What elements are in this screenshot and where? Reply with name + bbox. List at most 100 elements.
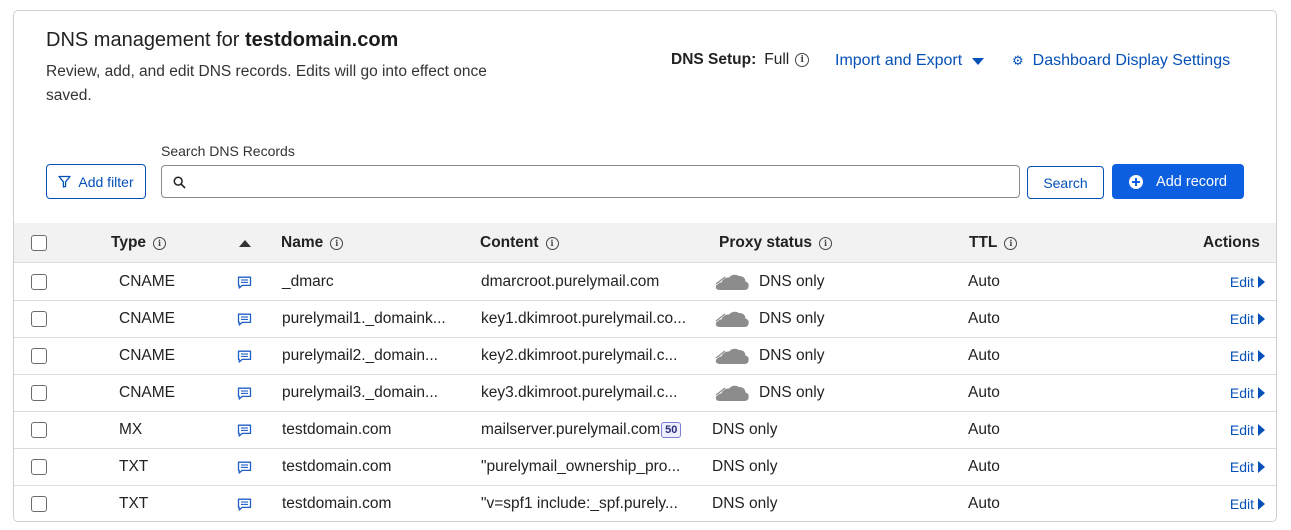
comment-icon[interactable] (237, 461, 252, 479)
column-name[interactable]: Name i (281, 234, 344, 252)
proxy-status: DNS only (759, 310, 825, 327)
column-ttl[interactable]: TTL i (969, 234, 1018, 252)
record-content: mailserver.purelymail.com 50 (481, 421, 682, 439)
info-icon[interactable]: i (330, 236, 344, 250)
edit-label: Edit (1229, 385, 1254, 401)
chevron-right-icon (1258, 276, 1265, 288)
row-checkbox[interactable] (31, 311, 47, 327)
record-ttl: Auto (968, 384, 1000, 401)
table-row: CNAME _dmarc dmarcroot.purelymail.com DNS o… (14, 264, 1276, 301)
record-type: CNAME (119, 273, 175, 290)
record-name: testdomain.com (282, 495, 392, 512)
chevron-right-icon (1258, 350, 1265, 362)
priority-badge: 50 (661, 422, 682, 438)
record-content-text: "purelymail_ownership_pro... (481, 458, 681, 475)
search-input[interactable] (192, 166, 1012, 197)
row-checkbox[interactable] (31, 348, 47, 364)
comment-icon[interactable] (237, 313, 252, 331)
info-icon[interactable]: i (545, 236, 559, 250)
edit-label: Edit (1229, 274, 1254, 290)
row-checkbox[interactable] (31, 459, 47, 475)
search-icon (173, 176, 186, 189)
info-icon[interactable]: i (795, 53, 810, 67)
edit-record-link[interactable]: Edit (1230, 385, 1265, 401)
record-content: key1.dkimroot.purelymail.co... (481, 310, 686, 328)
proxy-status: DNS only (712, 495, 778, 512)
edit-record-link[interactable]: Edit (1230, 459, 1265, 475)
table-row: MX testdomain.com mailserver.purelymail.co… (14, 412, 1276, 449)
record-name: purelymail3._domain... (282, 384, 438, 401)
add-record-button[interactable]: Add record (1112, 164, 1244, 199)
proxy-status: DNS only (712, 421, 778, 438)
column-type-label: Type (111, 234, 147, 251)
edit-label: Edit (1229, 459, 1254, 475)
proxy-status: DNS only (712, 458, 778, 475)
edit-label: Edit (1229, 348, 1254, 364)
column-proxy-label: Proxy status (719, 234, 813, 251)
import-export-dropdown[interactable]: Import and Export (835, 52, 985, 70)
row-checkbox[interactable] (31, 274, 47, 290)
add-record-label: Add record (1156, 173, 1227, 190)
record-content: "purelymail_ownership_pro... (481, 458, 680, 476)
page-title: DNS management for testdomain.com (46, 29, 398, 52)
info-icon[interactable]: i (819, 236, 833, 250)
record-type: CNAME (119, 347, 175, 364)
record-content-text: "v=spf1 include:_spf.purely... (481, 495, 678, 512)
domain-name: testdomain.com (244, 29, 399, 51)
search-box (161, 165, 1020, 198)
chevron-right-icon (1258, 424, 1265, 436)
edit-label: Edit (1229, 496, 1254, 512)
record-content-text: mailserver.purelymail.com (481, 421, 661, 438)
search-button[interactable]: Search (1027, 166, 1104, 199)
row-checkbox[interactable] (31, 496, 47, 512)
caret-down-icon (972, 57, 985, 65)
edit-record-link[interactable]: Edit (1230, 274, 1265, 290)
record-content-text: dmarcroot.purelymail.com (481, 273, 660, 290)
cloud-grey-icon (714, 382, 750, 409)
comment-icon[interactable] (237, 350, 252, 368)
comment-icon[interactable] (237, 276, 252, 294)
chevron-right-icon (1258, 387, 1265, 399)
chevron-right-icon (1258, 461, 1265, 473)
info-icon[interactable]: i (153, 236, 167, 250)
column-type[interactable]: Type i (111, 234, 167, 252)
add-filter-button[interactable]: Add filter (46, 164, 146, 199)
edit-record-link[interactable]: Edit (1230, 311, 1265, 327)
sort-ascending-icon[interactable] (239, 240, 251, 247)
select-all-checkbox[interactable] (31, 235, 47, 251)
comment-icon[interactable] (237, 387, 252, 405)
dashboard-display-settings-link[interactable]: ⚙ Dashboard Display Settings (1012, 52, 1230, 70)
record-ttl: Auto (968, 273, 1000, 290)
proxy-status: DNS only (759, 273, 825, 290)
table-header: Type i Name i Content i Proxy status i TTL i … (14, 223, 1276, 263)
record-ttl: Auto (968, 310, 1000, 327)
row-checkbox[interactable] (31, 422, 47, 438)
cloud-grey-icon (714, 271, 750, 298)
record-ttl: Auto (968, 495, 1000, 512)
record-name: testdomain.com (282, 458, 392, 475)
comment-icon[interactable] (237, 498, 252, 516)
record-content: "v=spf1 include:_spf.purely... (481, 495, 678, 513)
record-type: CNAME (119, 384, 175, 401)
row-checkbox[interactable] (31, 385, 47, 401)
proxy-status: DNS only (759, 347, 825, 364)
column-content[interactable]: Content i (480, 234, 559, 252)
cloud-grey-icon (714, 345, 750, 372)
record-content: key2.dkimroot.purelymail.c... (481, 347, 677, 365)
dns-setup-label: DNS Setup: (671, 51, 757, 68)
record-name: purelymail1._domaink... (282, 310, 446, 327)
column-proxy-status[interactable]: Proxy status i (719, 234, 833, 252)
comment-icon[interactable] (237, 424, 252, 442)
info-icon[interactable]: i (1004, 236, 1018, 250)
table-row: CNAME purelymail1._domaink... key1.dkimroo… (14, 301, 1276, 338)
record-type: CNAME (119, 310, 175, 327)
add-filter-label: Add filter (78, 173, 134, 190)
page-description: Review, add, and edit DNS records. Edits… (46, 63, 487, 104)
cloud-grey-icon (714, 308, 750, 335)
dns-management-panel: DNS management for testdomain.com Review… (13, 10, 1277, 522)
edit-record-link[interactable]: Edit (1230, 496, 1265, 512)
table-row: CNAME purelymail2._domain... key2.dkimroot… (14, 338, 1276, 375)
edit-record-link[interactable]: Edit (1230, 422, 1265, 438)
record-type: TXT (119, 495, 149, 512)
edit-record-link[interactable]: Edit (1230, 348, 1265, 364)
